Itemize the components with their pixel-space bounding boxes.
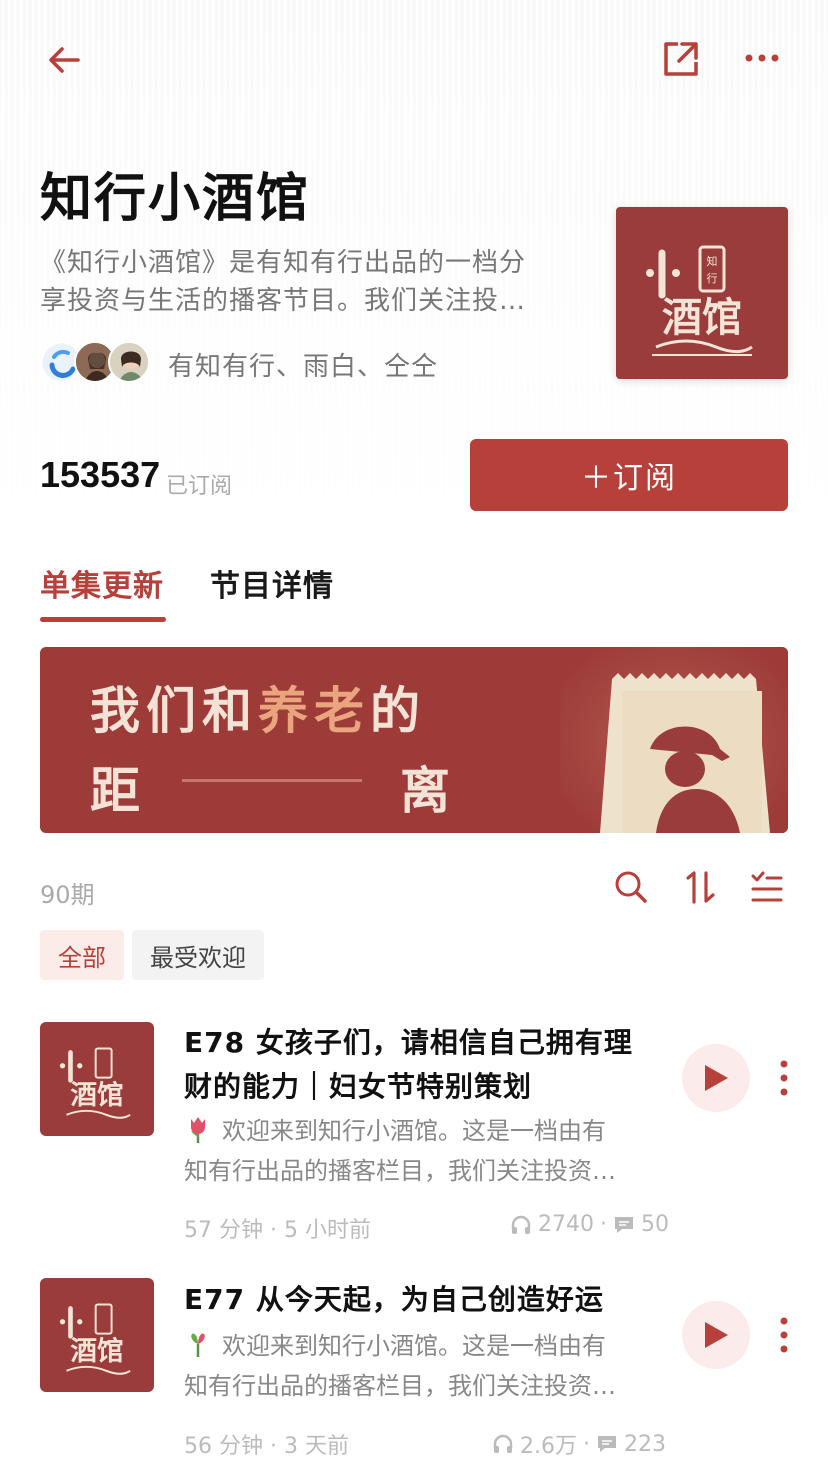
play-icon bbox=[705, 1065, 728, 1091]
description-line: 《知行小酒馆》是有知有行出品的一档分 bbox=[40, 248, 527, 278]
tab-details[interactable]: 节目详情 bbox=[210, 561, 334, 605]
podcast-logo-icon: 酒馆 bbox=[59, 1047, 131, 1119]
episode-title[interactable]: E78 女孩子们，请相信自己拥有理 财的能力｜妇女节特别策划 bbox=[184, 1021, 654, 1109]
clover-icon bbox=[191, 1333, 205, 1357]
host-avatars[interactable] bbox=[40, 341, 160, 385]
svg-text:知: 知 bbox=[707, 254, 718, 268]
episode-title-line: E78 女孩子们，请相信自己拥有理 bbox=[184, 1026, 633, 1059]
promo-banner[interactable]: 我们和养老的 距 离 bbox=[40, 647, 788, 833]
meta-separator: · bbox=[583, 1431, 590, 1457]
filter-chip-popular[interactable]: 最受欢迎 bbox=[132, 930, 264, 980]
svg-text:酒馆: 酒馆 bbox=[71, 1336, 124, 1367]
episode-title[interactable]: E77 从今天起，为自己创造好运 bbox=[184, 1278, 654, 1322]
share-icon[interactable] bbox=[660, 38, 702, 80]
description-text: 欢迎来到知行小酒馆。这是一档由有 bbox=[222, 1117, 606, 1145]
episode-meta: 57 分钟 · 5 小时前 bbox=[184, 1212, 371, 1244]
tab-episodes[interactable]: 单集更新 bbox=[40, 561, 164, 605]
episode-title-line: E77 从今天起，为自己创造好运 bbox=[184, 1283, 604, 1316]
tab-indicator bbox=[40, 617, 166, 622]
description-line: 欢迎来到知行小酒馆。这是一档由有 bbox=[184, 1111, 664, 1151]
podcast-logo-icon: 知 行 酒馆 bbox=[646, 245, 753, 356]
play-button[interactable] bbox=[682, 1301, 750, 1369]
episode-time: 5 小时前 bbox=[284, 1218, 371, 1243]
episode-thumbnail[interactable]: 酒馆 bbox=[40, 1278, 154, 1392]
description-text: 欢迎来到知行小酒馆。这是一档由有 bbox=[222, 1332, 606, 1360]
svg-text:酒馆: 酒馆 bbox=[662, 295, 742, 341]
play-icon bbox=[705, 1322, 728, 1348]
banner-text: 距 bbox=[90, 762, 140, 820]
episode-time: 3 天前 bbox=[284, 1434, 349, 1459]
tulip-icon bbox=[191, 1117, 205, 1143]
comment-count: 223 bbox=[624, 1431, 666, 1457]
more-horizontal-icon[interactable] bbox=[744, 50, 780, 66]
comment-count: 50 bbox=[641, 1212, 669, 1237]
description-line: 知有行出品的播客栏目，我们关注投资… bbox=[184, 1372, 616, 1400]
episode-description[interactable]: 欢迎来到知行小酒馆。这是一档由有 知有行出品的播客栏目，我们关注投资… bbox=[184, 1326, 664, 1406]
comment-icon bbox=[615, 1216, 633, 1233]
description-line: 享投资与生活的播客节目。我们关注投… bbox=[40, 286, 527, 316]
stamp-illustration-icon bbox=[560, 647, 788, 833]
meta-separator: · bbox=[600, 1212, 607, 1237]
sort-icon[interactable] bbox=[684, 870, 718, 908]
avatar bbox=[108, 341, 150, 383]
meta-separator: · bbox=[270, 1434, 284, 1459]
podcast-description[interactable]: 《知行小酒馆》是有知有行出品的一档分 享投资与生活的播客节目。我们关注投… bbox=[40, 244, 560, 320]
banner-text: 我们和 bbox=[90, 682, 258, 740]
meta-separator: · bbox=[270, 1218, 284, 1243]
episode-duration: 56 分钟 bbox=[184, 1434, 263, 1459]
episode-duration: 57 分钟 bbox=[184, 1218, 263, 1243]
headphones-icon bbox=[511, 1215, 531, 1234]
description-line: 欢迎来到知行小酒馆。这是一档由有 bbox=[184, 1326, 664, 1366]
subscriber-label: 已订阅 bbox=[166, 474, 233, 499]
subscribe-button[interactable]: ＋订阅 bbox=[470, 439, 788, 511]
svg-text:行: 行 bbox=[707, 272, 718, 285]
episode-title-line: 财的能力｜妇女节特别策划 bbox=[184, 1070, 533, 1103]
banner-headline: 我们和养老的 bbox=[90, 671, 426, 743]
banner-text: 离 bbox=[400, 762, 450, 820]
more-vertical-icon[interactable] bbox=[772, 1315, 796, 1355]
more-vertical-icon[interactable] bbox=[772, 1058, 796, 1098]
play-count: 2740 bbox=[538, 1212, 594, 1237]
list-filter-icon[interactable] bbox=[750, 870, 784, 908]
banner-divider bbox=[182, 779, 362, 782]
podcast-logo-icon: 酒馆 bbox=[59, 1303, 131, 1375]
episode-thumbnail[interactable]: 酒馆 bbox=[40, 1022, 154, 1136]
episode-description[interactable]: 欢迎来到知行小酒馆。这是一档由有 知有行出品的播客栏目，我们关注投资… bbox=[184, 1111, 664, 1191]
episode-count: 90期 bbox=[40, 881, 95, 909]
subscriber-count: 153537 bbox=[40, 454, 161, 495]
podcast-title: 知行小酒馆 bbox=[40, 169, 311, 229]
search-icon[interactable] bbox=[614, 870, 648, 908]
episode-stats: 2.6万 · 223 bbox=[492, 1428, 666, 1460]
episode-stats: 2740 · 50 bbox=[510, 1212, 669, 1237]
filter-chip-all[interactable]: 全部 bbox=[40, 930, 124, 980]
svg-text:酒馆: 酒馆 bbox=[71, 1080, 124, 1111]
banner-text-accent: 养老 bbox=[258, 682, 370, 740]
play-count: 2.6万 bbox=[520, 1434, 577, 1459]
episode-meta: 56 分钟 · 3 天前 bbox=[184, 1428, 349, 1460]
podcast-cover: 知 行 酒馆 bbox=[616, 207, 788, 379]
banner-text: 的 bbox=[370, 682, 426, 740]
back-arrow-icon[interactable] bbox=[44, 40, 84, 80]
play-button[interactable] bbox=[682, 1044, 750, 1112]
description-line: 知有行出品的播客栏目，我们关注投资… bbox=[184, 1157, 616, 1185]
comment-icon bbox=[598, 1436, 616, 1452]
host-names[interactable]: 有知有行、雨白、仝仝 bbox=[168, 346, 438, 383]
headphones-icon bbox=[493, 1434, 513, 1453]
